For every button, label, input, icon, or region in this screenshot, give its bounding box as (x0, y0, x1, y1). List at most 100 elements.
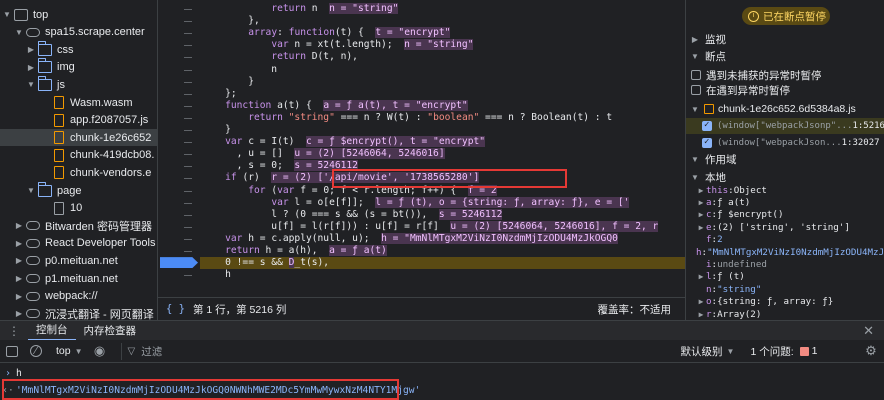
code-token: } (202, 124, 231, 135)
chevron-right-icon: ▶ (698, 197, 704, 207)
console-output[interactable]: › h ‹· 'MmNlMTgxM2ViNzI0NzdmMjIzODU4MzJk… (0, 363, 884, 400)
code-token: var (271, 39, 289, 51)
tree-item-label: p1.meituan.net (45, 272, 118, 285)
tree-item-label: spa15.scrape.center (45, 26, 145, 39)
scope-variable[interactable]: i: undefined (686, 258, 884, 270)
tree-item[interactable]: 10 (0, 200, 157, 217)
local-scope[interactable]: ▼ 本地 (686, 169, 884, 185)
code-token: , s = 0; (202, 160, 295, 172)
context-selector[interactable]: top ▼ (56, 345, 83, 357)
scope-variable[interactable]: f: 2 (686, 234, 884, 246)
scope-variable[interactable]: ▶ a: ƒ a(t) (686, 196, 884, 208)
info-icon: i (748, 10, 759, 22)
scope-variable[interactable]: ▶ o: {string: ƒ, array: ƒ} (686, 296, 884, 308)
tree-item[interactable]: ▶ 沉浸式翻译 - 网页翻译 (0, 305, 157, 320)
breakpoint-checkbox[interactable] (702, 120, 712, 131)
gutter-mark (184, 69, 192, 71)
code-token: }, (202, 15, 260, 27)
sidebar-toggle-icon[interactable] (6, 345, 18, 357)
log-level-select[interactable]: 默认级别 ▼ (681, 344, 735, 359)
scope-value: 2 (717, 234, 723, 246)
breakpoint-file[interactable]: ▼ chunk-1e26c652.6d5384a8.js (686, 101, 884, 117)
code-line: return n n = "string" (202, 3, 399, 15)
code-token: t = "encrypt" (375, 27, 451, 39)
tree-item[interactable]: ▼ js (0, 75, 157, 93)
breakpoint-code: (window["webpackJson... (717, 138, 842, 148)
tree-item[interactable]: ▼ page (0, 181, 157, 199)
code-token: s = 5246112 (438, 208, 503, 220)
gutter-mark (184, 130, 192, 131)
code-editor[interactable]: return n n = "string" }, array: function… (158, 0, 685, 297)
chevron-down-icon: ▼ (691, 104, 699, 114)
folder-icon (37, 40, 52, 56)
tree-item-label: js (57, 78, 65, 91)
tab-console[interactable]: 控制台 (28, 321, 76, 341)
filter-input[interactable]: ▽ 过滤 (120, 342, 681, 360)
breakpoint-item[interactable]: (window["webpackJson...1:32027 (686, 135, 884, 151)
pause-uncaught-checkbox[interactable] (691, 70, 701, 80)
code-token: l ? (0 === s && (s = bt()), (202, 208, 439, 220)
tree-item[interactable]: ▶ webpack:// (0, 288, 157, 305)
gear-icon[interactable]: ⚙ (864, 343, 878, 358)
cloud-icon (26, 238, 40, 248)
scope-variable[interactable]: ▶ e: (2) ['string', 'string'] (686, 221, 884, 233)
pause-uncaught-option[interactable]: 遇到未捕获的异常时暂停 (686, 67, 884, 83)
tree-item[interactable]: chunk-1e26c652 (0, 129, 157, 147)
tree-item[interactable]: ▶ p1.meituan.net (0, 270, 157, 287)
tab-memory-inspector[interactable]: 内存检查器 (76, 321, 145, 341)
js-file-icon (54, 113, 64, 127)
tree-item[interactable]: ▼ top (0, 6, 157, 23)
code-token: function (225, 99, 272, 111)
breakpoint-checkbox[interactable] (702, 137, 712, 148)
clear-console-icon[interactable]: ⁄ (30, 345, 42, 357)
js-file-icon (54, 96, 64, 109)
line-gutter[interactable] (158, 0, 200, 297)
code-token: , u = [] (202, 148, 295, 160)
scope-variable[interactable]: ▶ this: Object (686, 184, 884, 196)
chevron-right-icon: ▶ (15, 274, 23, 283)
watch-section[interactable]: ▶ 监视 (686, 31, 884, 47)
pretty-print-icon[interactable]: { } (166, 303, 185, 315)
chevron-right-icon: ▶ (698, 272, 704, 282)
scope-variable[interactable]: ▶ r: Array(2) (686, 308, 884, 320)
tree-item[interactable]: ▶ Bitwarden 密码管理器 (0, 217, 157, 234)
gutter-mark (184, 275, 192, 277)
js-file-icon (54, 131, 64, 145)
tree-item[interactable]: app.f2087057.js (0, 112, 157, 129)
tree-item-label: 10 (70, 202, 83, 215)
tree-item[interactable]: ▶ p0.meituan.net (0, 252, 157, 269)
code-token: "string" (288, 111, 335, 123)
more-tabs-icon[interactable]: ⋮ (8, 324, 20, 338)
gutter-mark (184, 45, 192, 47)
scope-variable[interactable]: ▶ l: ƒ (t) (686, 271, 884, 283)
tree-item[interactable]: chunk-vendors.e (0, 164, 157, 181)
issues-counter[interactable]: 1 个问题: 1 (750, 344, 817, 359)
scope-variable[interactable]: n: "string" (686, 283, 884, 295)
pause-caught-option[interactable]: 在遇到异常时暂停 (686, 82, 884, 98)
gutter-mark (184, 214, 192, 216)
gutter-mark (184, 202, 192, 204)
breakpoint-item[interactable]: (window["webpackJsonp"...1:5216 (686, 118, 884, 134)
tree-item[interactable]: ▼ spa15.scrape.center (0, 24, 157, 41)
tree-item[interactable]: ▶ img (0, 58, 157, 76)
breakpoint-marker[interactable] (160, 257, 198, 269)
scope-section[interactable]: ▼ 作用域 (686, 151, 884, 167)
tree-item[interactable]: ▶ React Developer Tools (0, 235, 157, 252)
code-token: return (271, 51, 306, 63)
tree-item[interactable]: Wasm.wasm (0, 94, 157, 111)
console-toolbar: ⁄ top ▼ ◉ ▽ 过滤 默认级别 ▼ 1 个问题: 1 ⚙ (0, 340, 884, 363)
code-line: return D(t, n), (202, 51, 358, 63)
close-drawer-icon[interactable]: ✕ (863, 323, 874, 339)
chevron-down-icon: ▼ (15, 27, 23, 37)
tree-item[interactable]: chunk-419dcb08. (0, 147, 157, 164)
breakpoints-section[interactable]: ▼ 断点 (686, 48, 884, 64)
pause-caught-checkbox[interactable] (691, 85, 701, 95)
gutter-mark (184, 9, 192, 10)
eye-icon[interactable]: ◉ (93, 343, 107, 358)
code-token: a = ƒ a(t) (329, 245, 387, 256)
tree-item[interactable]: ▶ css (0, 40, 157, 58)
scope-variable[interactable]: h: "MmNlMTgxM2ViNzI0NzdmMjIzODU4MzJkOGQ (686, 246, 884, 258)
scope-variable[interactable]: ▶ c: ƒ $encrypt() (686, 209, 884, 221)
scope-value: "string" (717, 283, 762, 295)
